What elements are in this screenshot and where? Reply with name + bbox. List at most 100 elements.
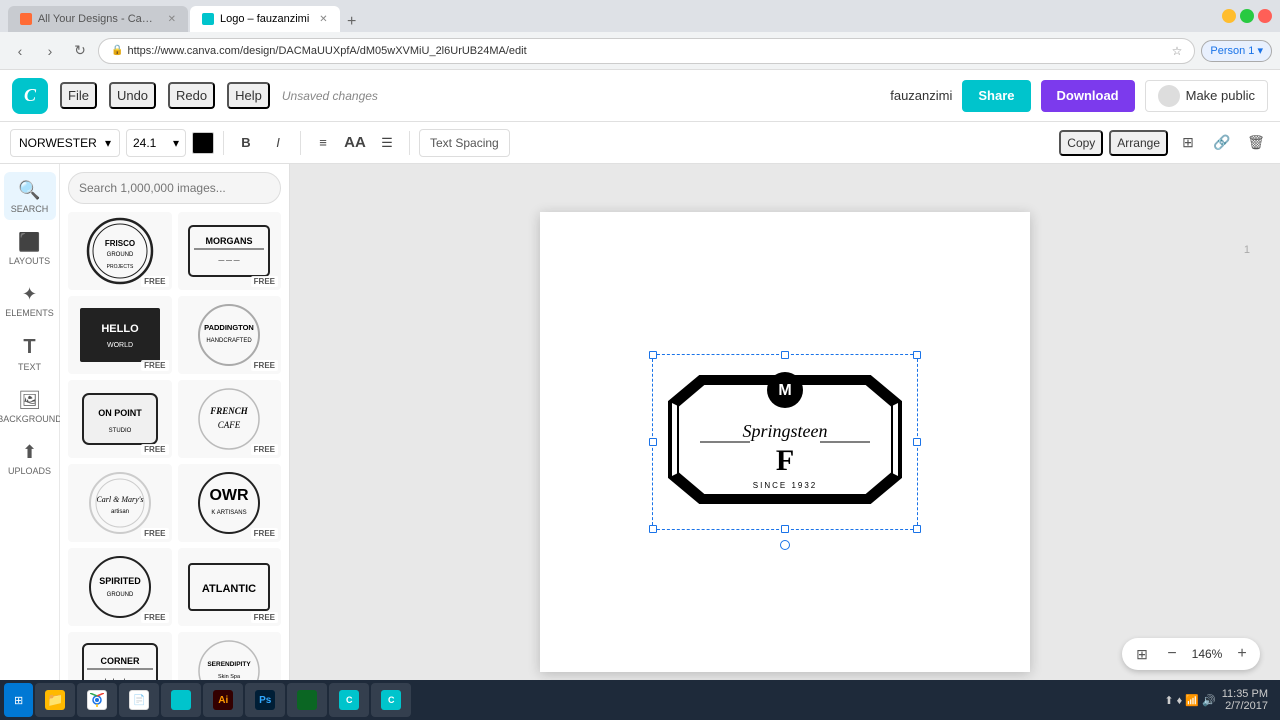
list-item[interactable]: PADDINGTON HANDCRAFTED FREE [178,296,282,374]
font-name: NORWESTER [19,136,97,150]
address-field[interactable]: 🔒 https://www.canva.com/design/DACMaUUXp… [98,38,1195,64]
font-size-selector[interactable]: 24.1 ▾ [126,129,186,157]
canvas-area[interactable]: M Springsteen F SINCE 1932 + Add a new p… [290,164,1280,720]
handle-mr[interactable] [913,438,921,446]
bold-button[interactable]: B [233,130,259,156]
align-left-button[interactable]: ≡ [310,130,336,156]
page-number: 1 [1244,244,1250,256]
back-button[interactable]: ‹ [8,39,32,63]
page-num-value: 1 [1244,244,1250,256]
window-close[interactable] [1258,9,1272,23]
list-item[interactable]: HELLO WORLD FREE [68,296,172,374]
svg-text:PADDINGTON: PADDINGTON [204,323,254,332]
taskbar-photoshop[interactable]: Ps [245,683,285,717]
free-badge: FREE [141,612,168,623]
make-public-button[interactable]: Make public [1145,80,1268,112]
taskbar-illustrator[interactable]: Ai [203,683,243,717]
forward-button[interactable]: › [38,39,62,63]
taskbar-chrome[interactable] [77,683,117,717]
font-color-swatch[interactable] [192,132,214,154]
handle-ml[interactable] [649,438,657,446]
handle-bm[interactable] [781,525,789,533]
delete-button[interactable]: 🗑 [1242,129,1270,157]
svg-text:HANDCRAFTED: HANDCRAFTED [207,338,253,344]
zoom-in-button[interactable]: + [1230,642,1254,666]
extra1-icon [297,690,317,710]
taskbar-canva[interactable] [161,683,201,717]
sidebar-item-elements[interactable]: ✦ ELEMENTS [4,276,56,324]
list-item[interactable]: FRENCH CAFE FREE [178,380,282,458]
tab-logo[interactable]: Logo – fauzanzimi ✕ [190,6,340,32]
list-item[interactable]: OWR K ARTISANS FREE [178,464,282,542]
start-button[interactable]: ⊞ [4,683,33,717]
tab2-close[interactable]: ✕ [319,14,327,25]
divider3 [409,131,410,155]
svg-text:ON POINT: ON POINT [98,408,142,418]
grid-toggle-button[interactable]: ⊞ [1128,640,1156,668]
arrange-button[interactable]: Arrange [1109,130,1168,156]
svg-text:F: F [776,444,794,477]
canvas-wrapper: M Springsteen F SINCE 1932 [540,212,1030,672]
sidebar-item-background[interactable]: 🖼 BACKGROUND [4,382,56,430]
format-toolbar: NORWESTER ▾ 24.1 ▾ B I ≡ AA ☰ Text Spaci… [0,122,1280,164]
taskbar-canva3[interactable]: C [371,683,411,717]
svg-text:SERENDIPITY: SERENDIPITY [208,661,252,668]
list-item[interactable]: ATLANTIC FREE [178,548,282,626]
sidebar-item-layouts[interactable]: ⬛ LAYOUTS [4,224,56,272]
window-minimize[interactable] [1222,9,1236,23]
list-item[interactable]: FRISCO GROUND PROJECTS FREE [68,212,172,290]
handle-tl[interactable] [649,351,657,359]
taskbar-extra1[interactable] [287,683,327,717]
list-item[interactable]: ON POINT STUDIO FREE [68,380,172,458]
sidebar-item-text[interactable]: T TEXT [4,328,56,378]
help-button[interactable]: Help [227,82,270,109]
sidebar-item-uploads[interactable]: ⬆ UPLOADS [4,434,56,482]
link-button[interactable]: 🔗 [1208,129,1236,157]
list-button[interactable]: ☰ [374,130,400,156]
search-input[interactable] [68,172,281,204]
free-badge: FREE [141,360,168,371]
font-size-arrow: ▾ [173,136,179,150]
handle-bl[interactable] [649,525,657,533]
canva-logo[interactable]: C [12,78,48,114]
undo-button[interactable]: Undo [109,82,156,109]
tab2-favicon [202,13,214,25]
main-layout: 🔍 SEARCH ⬛ LAYOUTS ✦ ELEMENTS T TEXT 🖼 B… [0,164,1280,720]
window-controls [1222,9,1272,23]
reload-button[interactable]: ↻ [68,39,92,63]
taskbar-file-explorer[interactable]: 📁 [35,683,75,717]
bookmark-icon[interactable]: ☆ [1172,44,1183,58]
file-menu[interactable]: File [60,82,97,109]
zoom-out-button[interactable]: − [1160,642,1184,666]
svg-text:K ARTISANS: K ARTISANS [212,510,247,516]
list-item[interactable]: Carl & Mary's artisan FREE [68,464,172,542]
handle-tr[interactable] [913,351,921,359]
download-button[interactable]: Download [1041,80,1135,112]
list-item[interactable]: MORGANS — — — FREE [178,212,282,290]
tab1-label: All Your Designs - Canva [38,13,158,25]
copy-button[interactable]: Copy [1059,130,1103,156]
zoom-bar: ⊞ − 146% + [1122,638,1260,670]
text-spacing-button[interactable]: Text Spacing [419,129,510,157]
font-size-large-button[interactable]: AA [342,130,368,156]
browser-tabs: All Your Designs - Canva ✕ Logo – fauzan… [8,0,362,32]
taskbar-canva2[interactable]: C [329,683,369,717]
tab1-close[interactable]: ✕ [168,14,176,25]
rotate-handle[interactable] [780,540,790,550]
taskbar-notepad[interactable]: 📄 [119,683,159,717]
list-item[interactable]: SPIRITED GROUND FREE [68,548,172,626]
design-element[interactable]: M Springsteen F SINCE 1932 [660,362,910,522]
redo-button[interactable]: Redo [168,82,215,109]
new-tab-button[interactable]: + [342,12,362,32]
crop-button[interactable]: ⊞ [1174,129,1202,157]
taskbar: ⊞ 📁 📄 Ai Ps C C ⬆ ♦ 📶 🔊 [0,680,1280,720]
handle-br[interactable] [913,525,921,533]
handle-tm[interactable] [781,351,789,359]
person-button[interactable]: Person 1 ▾ [1201,40,1272,62]
italic-button[interactable]: I [265,130,291,156]
window-maximize[interactable] [1240,9,1254,23]
share-button[interactable]: Share [962,80,1030,112]
font-selector[interactable]: NORWESTER ▾ [10,129,120,157]
sidebar-item-search[interactable]: 🔍 SEARCH [4,172,56,220]
tab-all-designs[interactable]: All Your Designs - Canva ✕ [8,6,188,32]
